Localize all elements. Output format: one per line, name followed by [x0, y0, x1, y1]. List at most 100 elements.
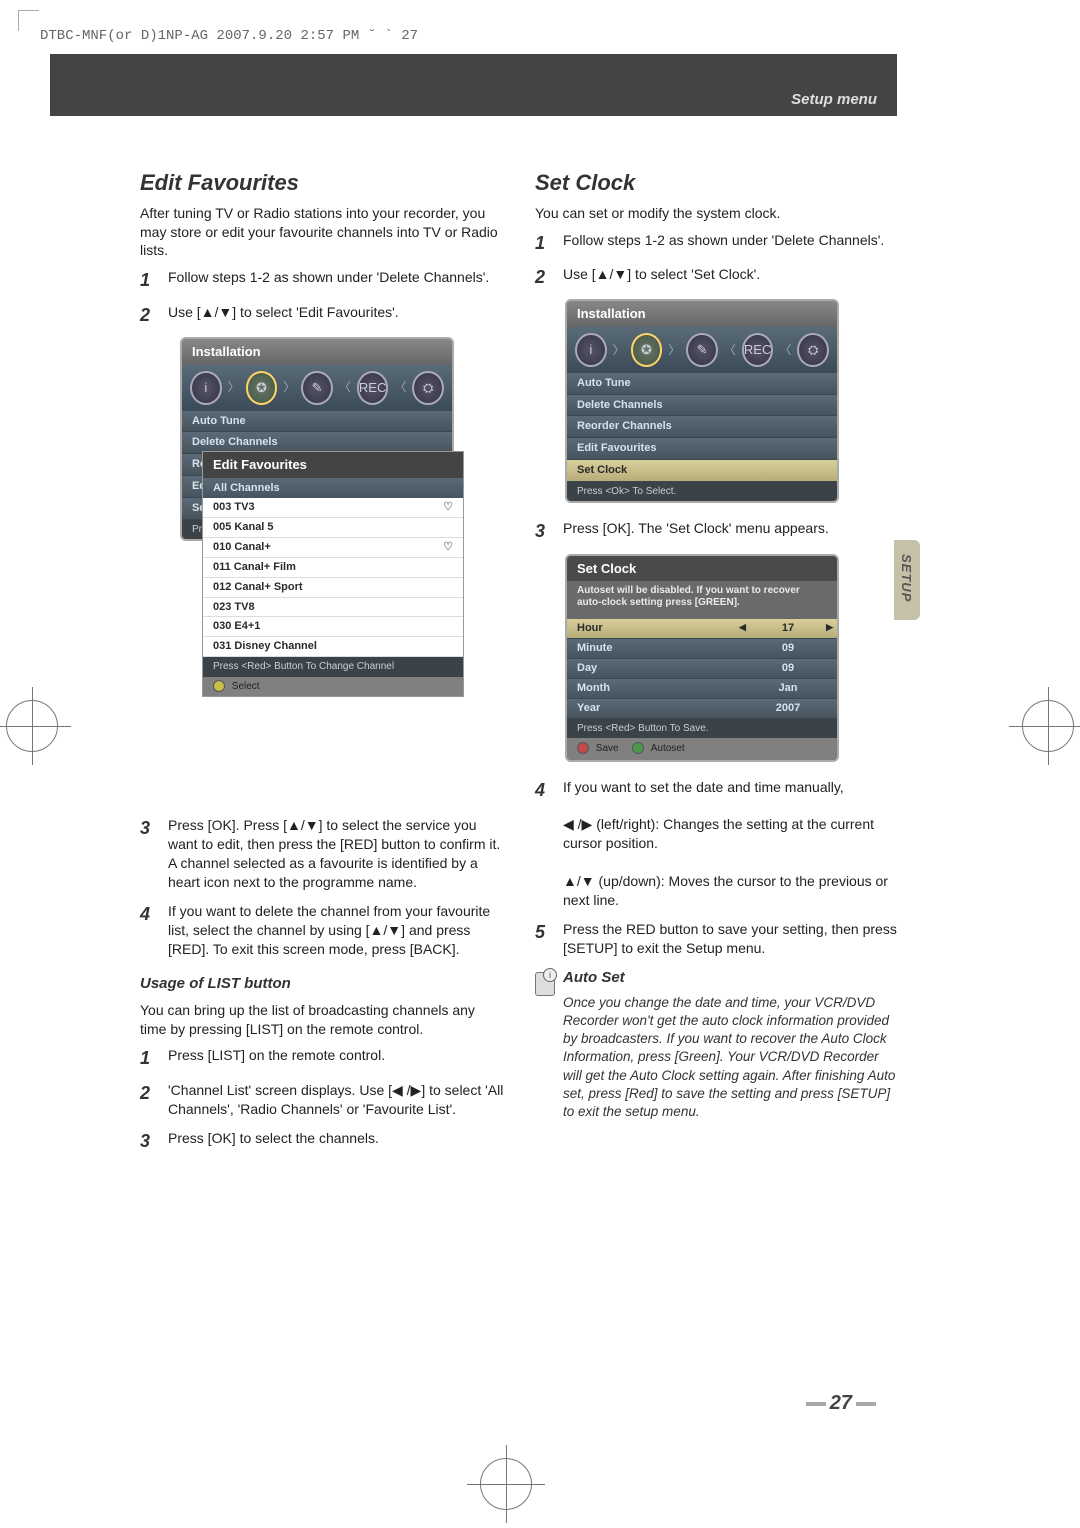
setclock-row[interactable]: Year2007 [567, 699, 837, 719]
step-num: 4 [535, 778, 553, 910]
subpanel-foot: Press <Red> Button To Change Channel [203, 657, 463, 677]
step-num: 1 [140, 268, 158, 292]
step-text: Press [OK]. Press [▲/▼] to select the se… [168, 816, 505, 892]
edit-favourites-list: Edit Favourites All Channels 003 TV3♡005… [202, 451, 464, 697]
save-label: Save [596, 743, 619, 754]
setclock-foot: Press <Red> Button To Save. [567, 719, 837, 739]
autoset-body: Once you change the date and time, your … [563, 994, 900, 1122]
subpanel-header: All Channels [203, 478, 463, 499]
yellow-dot-icon [213, 680, 225, 692]
step-text: Follow steps 1-2 as shown under 'Delete … [563, 231, 900, 255]
autoset-label: Autoset [651, 743, 685, 754]
registration-mark-bottom [480, 1458, 532, 1510]
heart-icon: ♡ [443, 540, 453, 555]
step-text: If you want to set the date and time man… [563, 778, 900, 910]
menu-item-highlight[interactable]: Set Clock [567, 460, 837, 482]
step-text: Press [LIST] on the remote control. [168, 1046, 505, 1070]
menu-item[interactable]: Auto Tune [567, 373, 837, 395]
heart-icon: ♡ [443, 500, 453, 515]
info-icon: i [190, 371, 222, 405]
list-usage-intro: You can bring up the list of broadcastin… [140, 1001, 505, 1039]
step-text: Press [OK]. The 'Set Clock' menu appears… [563, 519, 900, 543]
menu-item[interactable]: Edit Favourites [567, 438, 837, 460]
step-text: Use [▲/▼] to select 'Set Clock'. [563, 265, 900, 289]
gear-icon: ⛭ [412, 371, 444, 405]
info-icon: i [575, 333, 607, 367]
step-text: Press [OK] to select the channels. [168, 1129, 505, 1153]
panel-foot: Press <Ok> To Select. [567, 482, 837, 502]
step-num: 3 [140, 1129, 158, 1153]
step-num: 1 [535, 231, 553, 255]
rec-icon: REC [357, 371, 389, 405]
installation-panel: Installation i〉 ✪〉 ✎〈 REC〈 ⛭ Auto Tune D… [180, 337, 454, 541]
step-text: Use [▲/▼] to select 'Edit Favourites'. [168, 303, 505, 327]
right-column: Set Clock You can set or modify the syst… [535, 168, 900, 1163]
installation-panel-right: Installation i〉 ✪〉 ✎〈 REC〈 ⛭ Auto Tune D… [565, 299, 839, 503]
setclock-row[interactable]: MonthJan [567, 679, 837, 699]
step-num: 3 [535, 519, 553, 543]
header-section: Setup menu [791, 91, 877, 108]
step-text: If you want to delete the channel from y… [168, 902, 505, 959]
setclock-row[interactable]: Day09 [567, 659, 837, 679]
left-column: Edit Favourites After tuning TV or Radio… [140, 168, 505, 1163]
select-label: Select [232, 681, 260, 692]
setclock-row[interactable]: Hour17 [567, 619, 837, 639]
step4-lead: If you want to set the date and time man… [563, 779, 844, 795]
red-dot-icon [577, 742, 589, 754]
intro-edit-favourites: After tuning TV or Radio stations into y… [140, 204, 505, 261]
step-num: 2 [140, 303, 158, 327]
channel-row[interactable]: 023 TV8 [203, 598, 463, 618]
page-number-value: 27 [830, 1392, 852, 1414]
panel-title: Installation [182, 339, 452, 365]
setclock-row[interactable]: Minute09 [567, 639, 837, 659]
section-tab-label: SETUP [899, 554, 914, 602]
panel-icon-row: i〉 ✪〉 ✎〈 REC〈 ⛭ [567, 327, 837, 373]
panel-title: Installation [567, 301, 837, 327]
rec-icon: REC [742, 333, 774, 367]
channel-row[interactable]: 003 TV3♡ [203, 498, 463, 518]
step-num: 2 [535, 265, 553, 289]
channel-row[interactable]: 005 Kanal 5 [203, 518, 463, 538]
step-num: 3 [140, 816, 158, 892]
registration-mark-left [6, 700, 58, 752]
menu-item[interactable]: Reorder Channels [567, 416, 837, 438]
header-band: Setup menu [50, 54, 897, 116]
step4-line1: ◀ /▶ (left/right): Changes the setting a… [563, 816, 874, 851]
step-text: Follow steps 1-2 as shown under 'Delete … [168, 268, 505, 292]
channel-row[interactable]: 011 Canal+ Film [203, 558, 463, 578]
brush-icon: ✎ [686, 333, 718, 367]
heading-set-clock: Set Clock [535, 168, 900, 198]
setclock-title: Set Clock [567, 556, 837, 582]
setclock-buttons: Save Autoset [567, 738, 837, 760]
green-dot-icon [632, 742, 644, 754]
subpanel-title: Edit Favourites [203, 452, 463, 478]
pdf-header: DTBC-MNF(or D)1NP-AG 2007.9.20 2:57 PM ˘… [40, 28, 1040, 48]
step4-line2: ▲/▼ (up/down): Moves the cursor to the p… [563, 873, 888, 908]
crop-mark-tl [18, 10, 39, 31]
set-clock-panel: Set Clock Autoset will be disabled. If y… [565, 554, 839, 762]
setclock-note: Autoset will be disabled. If you want to… [567, 581, 837, 619]
page-number: 27 [802, 1392, 880, 1415]
panel-icon-row: i〉 ✪〉 ✎〈 REC〈 ⛭ [182, 365, 452, 411]
channel-row[interactable]: 012 Canal+ Sport [203, 578, 463, 598]
step-num: 1 [140, 1046, 158, 1070]
step-num: 2 [140, 1081, 158, 1119]
menu-item[interactable]: Delete Channels [567, 395, 837, 417]
subpanel-select: Select [203, 677, 463, 697]
intro-set-clock: You can set or modify the system clock. [535, 204, 900, 223]
menu-item[interactable]: Auto Tune [182, 411, 452, 433]
step-num: 4 [140, 902, 158, 959]
step-text: 'Channel List' screen displays. Use [◀ /… [168, 1081, 505, 1119]
channel-row[interactable]: 030 E4+1 [203, 617, 463, 637]
info-note-icon: i [535, 968, 557, 996]
heading-edit-favourites: Edit Favourites [140, 168, 505, 198]
step-text: Press the RED button to save your settin… [563, 920, 900, 958]
globe-icon: ✪ [246, 371, 278, 405]
channel-row[interactable]: 031 Disney Channel [203, 637, 463, 657]
channel-row[interactable]: 010 Canal+♡ [203, 538, 463, 558]
step-num: 5 [535, 920, 553, 958]
registration-mark-right [1022, 700, 1074, 752]
gear-icon: ⛭ [797, 333, 829, 367]
heading-autoset: Auto Set [563, 968, 900, 988]
heading-list-usage: Usage of LIST button [140, 974, 505, 994]
